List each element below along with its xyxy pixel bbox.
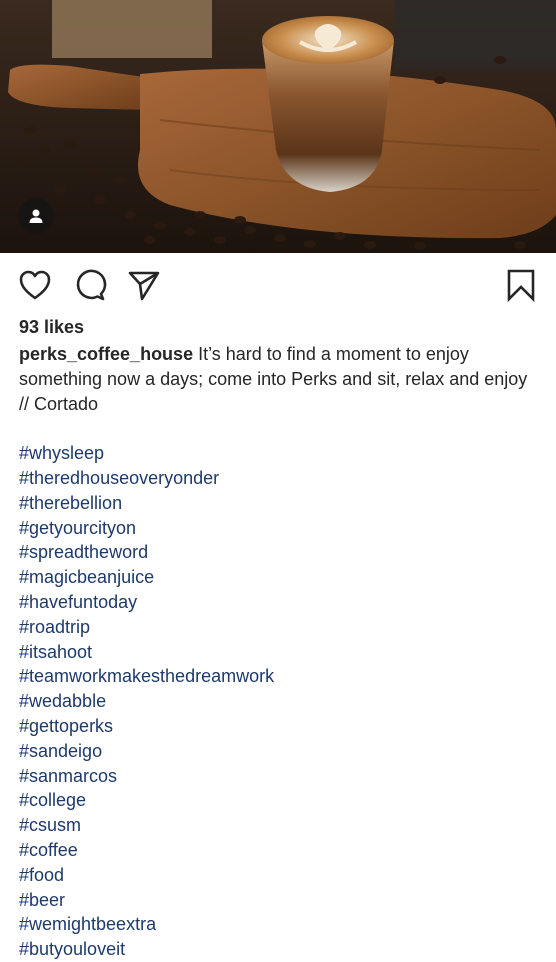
hashtag-list: #whysleep #theredhouseoveryonder #therebel…: [19, 441, 539, 962]
like-count[interactable]: 93 likes: [19, 316, 84, 338]
caption-username[interactable]: perks_coffee_house: [19, 344, 193, 364]
hashtag-link[interactable]: #butyouloveit: [19, 937, 539, 962]
coffee-photo-illustration: [0, 0, 556, 253]
hashtag-link[interactable]: #teamworkmakesthedreamwork: [19, 664, 539, 689]
hashtag-link[interactable]: #beer: [19, 888, 539, 913]
hashtag-link[interactable]: #spreadtheword: [19, 540, 539, 565]
hashtag-link[interactable]: #wedabble: [19, 689, 539, 714]
user-icon: [29, 209, 43, 223]
hashtag-link[interactable]: #itsahoot: [19, 640, 539, 665]
post-caption: perks_coffee_house It’s hard to find a m…: [19, 342, 539, 962]
heart-icon: [19, 270, 51, 300]
hashtag-link[interactable]: #sanmarcos: [19, 764, 539, 789]
hashtag-link[interactable]: #csusm: [19, 813, 539, 838]
hashtag-link[interactable]: #getyourcityon: [19, 516, 539, 541]
hashtag-link[interactable]: #therebellion: [19, 491, 539, 516]
hashtag-link[interactable]: #gettoperks: [19, 714, 539, 739]
hashtag-link[interactable]: #whysleep: [19, 441, 539, 466]
hashtag-link[interactable]: #food: [19, 863, 539, 888]
post-action-bar: [0, 253, 556, 315]
hashtag-link[interactable]: #roadtrip: [19, 615, 539, 640]
share-button[interactable]: [126, 267, 162, 303]
hashtag-link[interactable]: #college: [19, 788, 539, 813]
comment-button[interactable]: [72, 267, 108, 303]
bookmark-icon: [507, 269, 535, 302]
comment-bubble-icon: [76, 269, 107, 301]
hashtag-link[interactable]: #sandeigo: [19, 739, 539, 764]
post-photo[interactable]: [0, 0, 556, 253]
hashtag-link[interactable]: #theredhouseoveryonder: [19, 466, 539, 491]
hashtag-link[interactable]: #coffee: [19, 838, 539, 863]
like-button[interactable]: [17, 267, 53, 303]
save-button[interactable]: [503, 267, 539, 303]
hashtag-link[interactable]: #havefuntoday: [19, 590, 539, 615]
paper-plane-icon: [128, 271, 160, 301]
hashtag-link[interactable]: #wemightbeextra: [19, 912, 539, 937]
avatar[interactable]: [18, 198, 54, 234]
hashtag-link[interactable]: #magicbeanjuice: [19, 565, 539, 590]
